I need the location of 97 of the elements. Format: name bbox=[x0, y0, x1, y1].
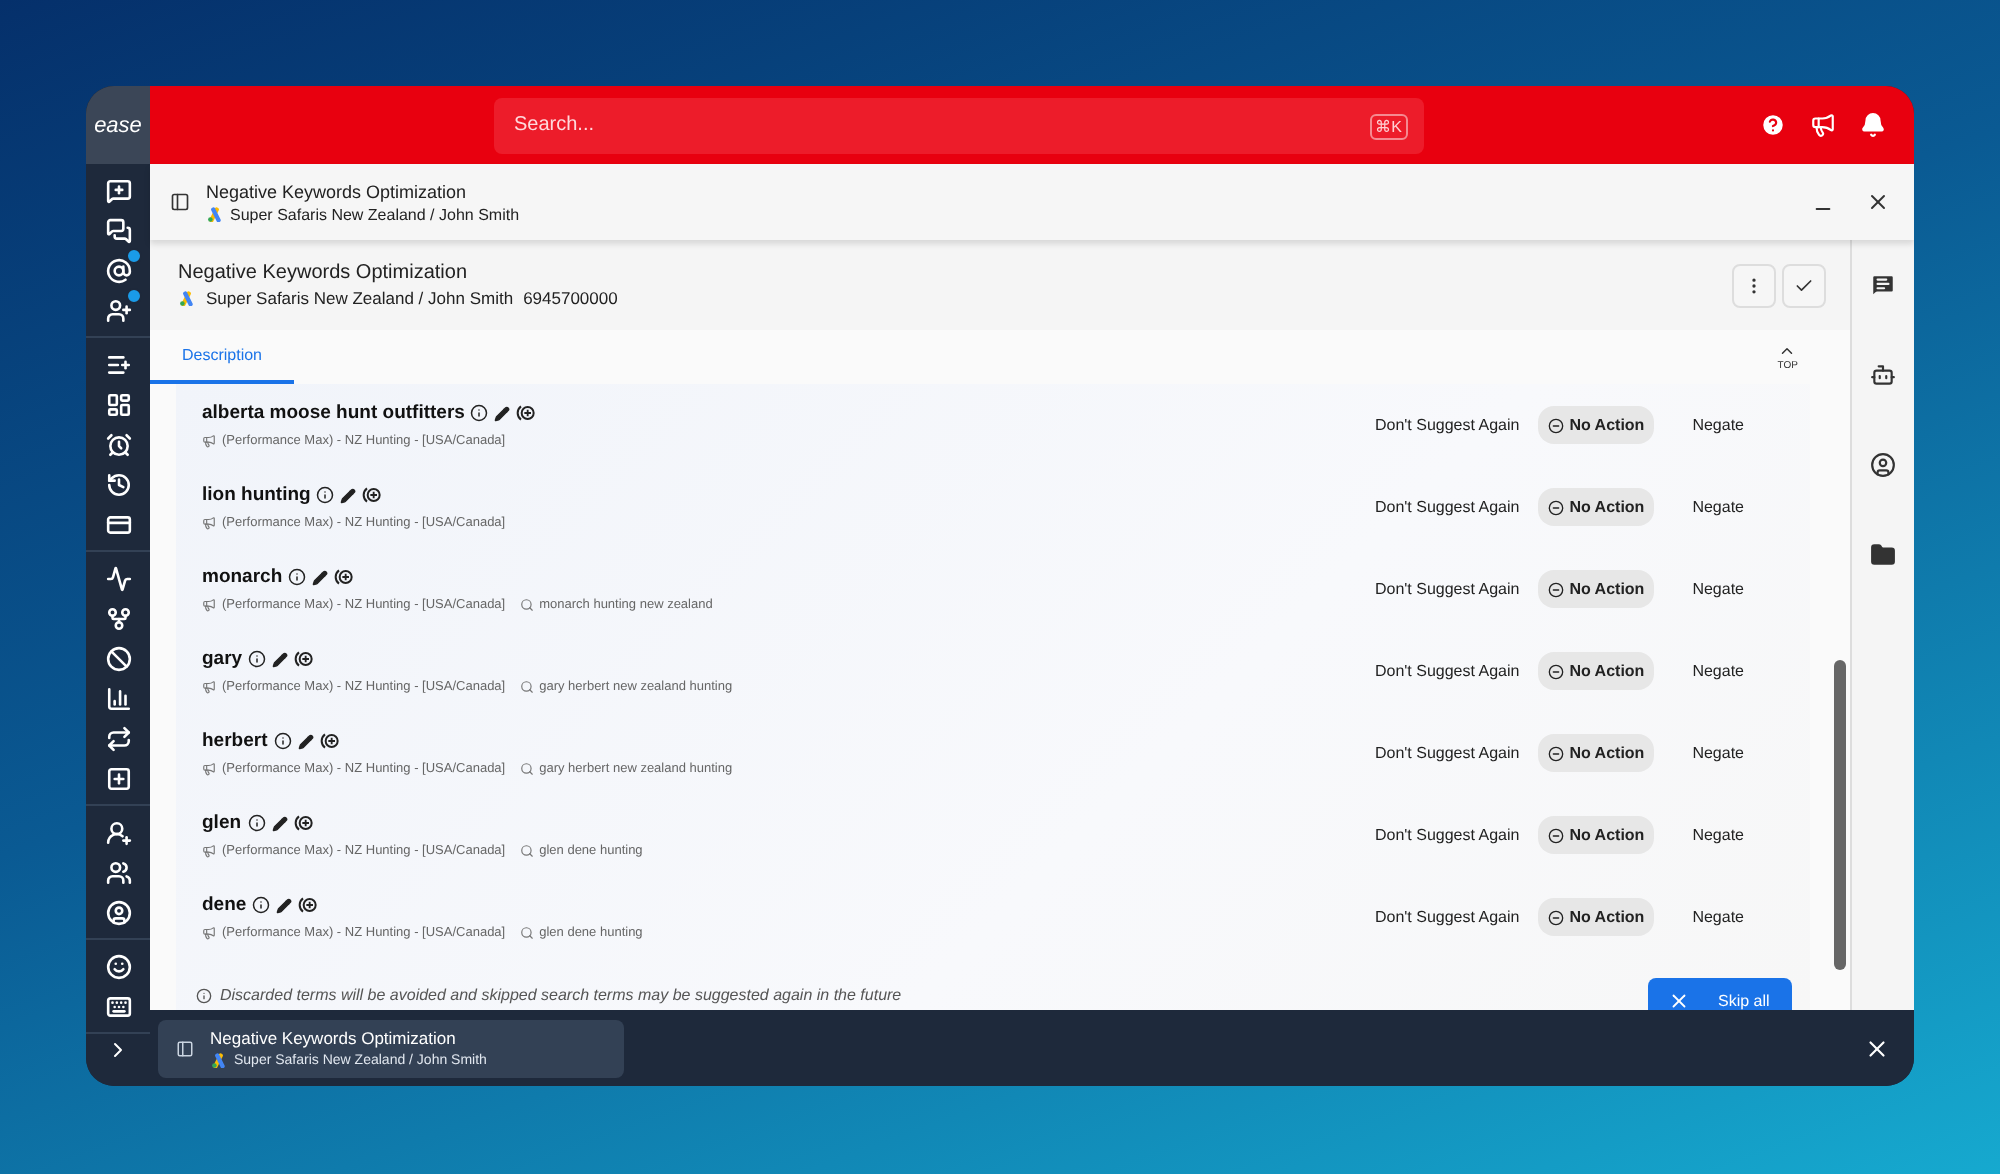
keyword: dene bbox=[202, 894, 247, 916]
action-option[interactable]: Don't Suggest Again bbox=[1364, 652, 1530, 690]
action-option[interactable]: No Action bbox=[1537, 488, 1655, 526]
keyword: monarch bbox=[202, 566, 283, 588]
pencil-icon[interactable] bbox=[494, 405, 511, 421]
info-icon bbox=[196, 987, 212, 1003]
action-option[interactable]: Don't Suggest Again bbox=[1364, 570, 1530, 608]
note-text: Discarded terms will be avoided and skipped search terms may be suggested again in the future bbox=[220, 986, 902, 1004]
account-icon[interactable] bbox=[1870, 452, 1896, 478]
info-icon[interactable] bbox=[273, 732, 292, 750]
pencil-icon[interactable] bbox=[297, 733, 314, 749]
close-icon bbox=[1668, 989, 1690, 1010]
keyword: glen bbox=[202, 812, 242, 834]
google-ads-icon bbox=[178, 290, 196, 306]
account-id: 6945700000 bbox=[523, 288, 618, 308]
action-option[interactable]: Negate bbox=[1682, 488, 1754, 526]
check-icon bbox=[1794, 275, 1814, 295]
target-icon[interactable] bbox=[298, 896, 319, 914]
megaphone-icon bbox=[202, 680, 216, 694]
pencil-icon[interactable] bbox=[271, 815, 288, 831]
minus-circle-icon bbox=[1547, 745, 1564, 761]
target-icon[interactable] bbox=[516, 404, 537, 422]
search-term-icon bbox=[519, 844, 534, 858]
search-term-icon bbox=[519, 680, 534, 694]
action-option[interactable]: Don't Suggest Again bbox=[1364, 898, 1530, 936]
action-option[interactable]: Negate bbox=[1682, 406, 1754, 444]
target-icon[interactable] bbox=[334, 568, 355, 586]
close-icon[interactable] bbox=[1866, 190, 1890, 214]
action-option[interactable]: Don't Suggest Again bbox=[1364, 406, 1530, 444]
target-icon[interactable] bbox=[319, 732, 340, 750]
target-icon[interactable] bbox=[293, 814, 314, 832]
skip-all-button[interactable]: Skip all bbox=[1648, 978, 1792, 1010]
action-option[interactable]: No Action bbox=[1537, 570, 1655, 608]
shortcut-hint: ⌘K bbox=[1369, 113, 1408, 139]
action-option[interactable]: No Action bbox=[1537, 652, 1655, 690]
action-option[interactable]: Don't Suggest Again bbox=[1364, 734, 1530, 772]
account-name: Super Safaris New Zealand / John Smith bbox=[230, 205, 520, 223]
panel-icon bbox=[176, 1039, 194, 1057]
action-option[interactable]: Negate bbox=[1682, 898, 1754, 936]
action-option[interactable]: Negate bbox=[1682, 734, 1754, 772]
megaphone-icon[interactable] bbox=[1810, 112, 1836, 138]
action-option[interactable]: Negate bbox=[1682, 570, 1754, 608]
megaphone-icon bbox=[202, 926, 216, 940]
minus-circle-icon bbox=[1547, 499, 1564, 515]
pencil-icon[interactable] bbox=[272, 651, 289, 667]
minus-circle-icon bbox=[1547, 909, 1564, 925]
panel-title: Negative Keywords Optimization bbox=[206, 181, 469, 201]
account-name: Super Safaris New Zealand / John Smith bbox=[206, 288, 514, 308]
action-option[interactable]: No Action bbox=[1537, 734, 1655, 772]
panel-icon bbox=[170, 192, 190, 212]
search-term-icon bbox=[519, 762, 534, 776]
pencil-icon[interactable] bbox=[276, 897, 293, 913]
robot-icon[interactable] bbox=[1870, 362, 1896, 388]
keyword: lion hunting bbox=[202, 484, 311, 506]
megaphone-icon bbox=[202, 762, 216, 776]
action-option[interactable]: Negate bbox=[1682, 652, 1754, 690]
scrollbar-thumb[interactable] bbox=[1834, 660, 1846, 970]
minus-circle-icon bbox=[1547, 417, 1564, 433]
info-icon[interactable] bbox=[470, 404, 489, 422]
keyword: herbert bbox=[202, 730, 268, 752]
search-term-icon bbox=[519, 926, 534, 940]
megaphone-icon bbox=[202, 598, 216, 612]
action-option[interactable]: Don't Suggest Again bbox=[1364, 816, 1530, 854]
google-ads-icon bbox=[210, 1052, 228, 1068]
action-option[interactable]: No Action bbox=[1537, 898, 1655, 936]
folder-icon[interactable] bbox=[1870, 542, 1896, 568]
action-option[interactable]: Don't Suggest Again bbox=[1364, 488, 1530, 526]
keyword: gary bbox=[202, 648, 243, 670]
info-icon[interactable] bbox=[288, 568, 307, 586]
task-title: Negative Keywords Optimization bbox=[178, 262, 470, 284]
bell-icon[interactable] bbox=[1860, 112, 1886, 138]
action-option[interactable]: No Action bbox=[1537, 816, 1655, 854]
minus-circle-icon bbox=[1547, 663, 1564, 679]
action-option[interactable]: Negate bbox=[1682, 816, 1754, 854]
help-icon[interactable] bbox=[1760, 112, 1786, 138]
google-ads-icon bbox=[206, 206, 224, 222]
pencil-icon[interactable] bbox=[340, 487, 357, 503]
minus-circle-icon bbox=[1547, 827, 1564, 843]
pencil-icon[interactable] bbox=[312, 569, 329, 585]
megaphone-icon bbox=[202, 516, 216, 530]
megaphone-icon bbox=[202, 434, 216, 448]
target-icon[interactable] bbox=[362, 486, 383, 504]
info-icon[interactable] bbox=[248, 650, 267, 668]
caret-icon bbox=[1778, 342, 1797, 360]
comments-icon[interactable] bbox=[1870, 272, 1896, 298]
info-icon[interactable] bbox=[316, 486, 335, 504]
info-icon[interactable] bbox=[247, 814, 266, 832]
check-button[interactable] bbox=[1782, 263, 1826, 307]
logo[interactable]: ease bbox=[86, 86, 150, 164]
minus-circle-icon bbox=[1547, 581, 1564, 597]
close-icon[interactable] bbox=[1864, 1035, 1890, 1061]
info-icon[interactable] bbox=[252, 896, 271, 914]
keyword: alberta moose hunt outfitters bbox=[202, 402, 465, 424]
target-icon[interactable] bbox=[294, 650, 315, 668]
action-option[interactable]: No Action bbox=[1537, 406, 1655, 444]
megaphone-icon bbox=[202, 844, 216, 858]
search-term-icon bbox=[519, 598, 534, 612]
